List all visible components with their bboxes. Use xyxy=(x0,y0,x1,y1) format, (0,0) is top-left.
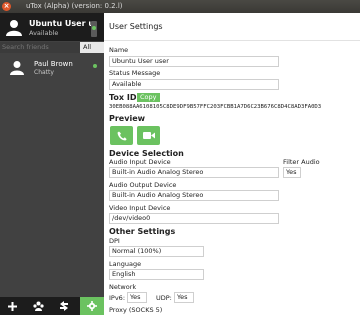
audio-output-select[interactable]: Built-in Audio Analog Stereo xyxy=(109,190,279,201)
friend-filter-button[interactable]: All xyxy=(80,42,104,53)
friend-name: Paul Brown xyxy=(34,60,73,68)
sidebar: Ubuntu User u... Available All Paul Brow… xyxy=(0,13,104,315)
device-selection-heading: Device Selection xyxy=(109,149,184,158)
settings-header: User Settings xyxy=(104,13,360,41)
network-label: Network xyxy=(109,283,137,291)
plus-icon xyxy=(7,301,17,311)
self-status-text: Available xyxy=(29,29,59,37)
tox-id-label: Tox ID xyxy=(109,93,137,102)
udp-label: UDP: xyxy=(156,294,172,302)
preview-heading: Preview xyxy=(109,114,146,123)
search-input[interactable] xyxy=(0,42,80,53)
friend-online-icon xyxy=(93,64,97,68)
ipv6-label: IPv6: xyxy=(109,294,126,302)
video-preview-button[interactable] xyxy=(137,126,160,145)
language-label: Language xyxy=(109,260,142,268)
video-input-select[interactable]: /dev/video0 xyxy=(109,213,279,224)
proxy-label: Proxy (SOCKS 5) xyxy=(109,306,163,314)
settings-body: Name Ubuntu User user Status Message Ava… xyxy=(104,41,360,315)
status-message-field[interactable]: Available xyxy=(109,79,279,90)
friend-list-item[interactable]: Paul Brown Chatty xyxy=(0,55,104,79)
phone-icon xyxy=(117,131,127,140)
video-input-label: Video Input Device xyxy=(109,204,171,212)
gear-icon xyxy=(87,301,97,311)
tox-id-value: 30EB088AA6108105C8DE9DF9B57FFC203FCBB1A7… xyxy=(109,104,322,110)
window-titlebar: × uTox (Alpha) (version: 0.2.l) xyxy=(0,0,360,13)
audio-output-label: Audio Output Device xyxy=(109,181,177,189)
name-label: Name xyxy=(109,46,129,54)
friend-avatar-icon xyxy=(10,61,24,75)
self-profile-header[interactable]: Ubuntu User u... Available xyxy=(0,13,104,41)
add-friend-button[interactable] xyxy=(0,297,24,315)
search-row: All xyxy=(0,42,104,53)
filter-audio-label: Filter Audio xyxy=(283,158,320,166)
friend-status-message: Chatty xyxy=(34,69,54,76)
group-icon xyxy=(32,301,44,311)
dpi-label: DPI xyxy=(109,237,120,245)
avatar xyxy=(6,20,22,36)
status-online-icon xyxy=(92,26,96,30)
window-close-button[interactable]: × xyxy=(2,2,11,11)
settings-button[interactable] xyxy=(80,297,104,315)
file-transfers-button[interactable] xyxy=(52,297,76,315)
settings-panel: User Settings Name Ubuntu User user Stat… xyxy=(104,13,360,315)
ipv6-select[interactable]: Yes xyxy=(127,292,147,303)
sidebar-toolbar xyxy=(0,297,104,315)
udp-select[interactable]: Yes xyxy=(174,292,194,303)
window-title: uTox (Alpha) (version: 0.2.l) xyxy=(26,2,123,10)
language-select[interactable]: English xyxy=(109,269,204,280)
copy-tox-id-button[interactable]: Copy xyxy=(137,93,160,102)
page-title: User Settings xyxy=(109,22,163,31)
window-controls: × xyxy=(2,2,11,11)
audio-preview-button[interactable] xyxy=(110,126,133,145)
transfer-icon xyxy=(60,301,68,311)
self-status-toggle[interactable] xyxy=(91,21,97,37)
create-group-button[interactable] xyxy=(26,297,50,315)
audio-input-label: Audio Input Device xyxy=(109,158,171,166)
video-icon xyxy=(142,132,155,139)
status-message-label: Status Message xyxy=(109,69,161,77)
self-name: Ubuntu User u... xyxy=(29,19,93,28)
other-settings-heading: Other Settings xyxy=(109,227,176,236)
audio-input-select[interactable]: Built-in Audio Analog Stereo xyxy=(109,167,279,178)
filter-audio-select[interactable]: Yes xyxy=(283,167,301,178)
name-field[interactable]: Ubuntu User user xyxy=(109,56,279,67)
dpi-select[interactable]: Normal (100%) xyxy=(109,246,204,257)
